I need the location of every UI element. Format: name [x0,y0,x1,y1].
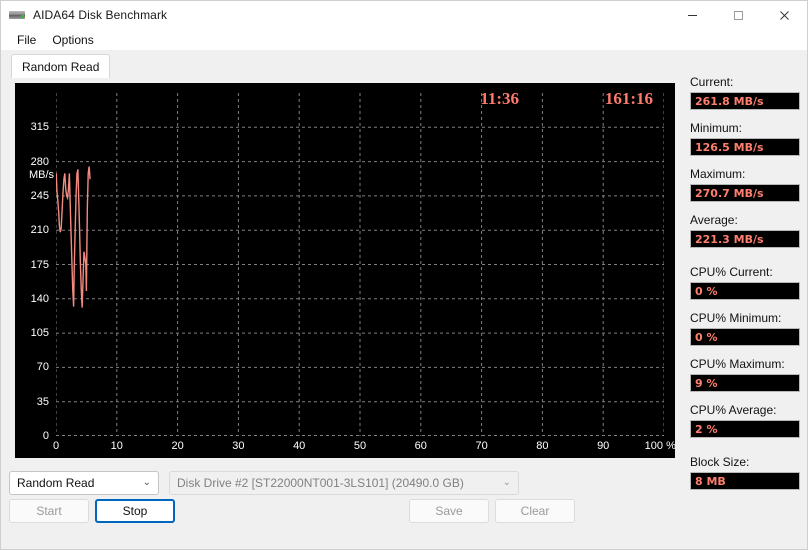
statistics-sidebar: Current: 261.8 MB/s Minimum: 126.5 MB/s Maxi… [690,75,800,501]
x-axis-tick-label: 90 [597,440,610,452]
stat-group: Current: 261.8 MB/s [690,75,800,110]
chevron-down-icon: ⌄ [502,477,511,488]
stat-group: CPU% Current: 0 % [690,265,800,300]
x-axis-tick-label: 50 [353,440,367,452]
x-axis-ticks: 0 10 20 30 40 50 60 70 80 90 100 % [15,436,675,458]
y-axis-tick-label: 315 [30,121,49,134]
stat-value: 0 % [690,328,800,346]
benchmark-mode-select[interactable]: Random Read ⌄ [9,471,159,495]
tab-random-read[interactable]: Random Read [11,54,111,78]
minimize-icon[interactable] [669,1,715,29]
x-axis-tick-label: 60 [414,440,427,452]
chart-series-line [56,167,90,308]
aida64-disk-benchmark-window: AIDA64 Disk Benchmark File Options Rando… [0,0,808,550]
stat-group: CPU% Average: 2 % [690,403,800,438]
selector-row: Random Read ⌄ Disk Drive #2 [ST22000NT00… [9,471,519,495]
y-axis-tick-label: 245 [30,189,49,202]
y-axis-tick-label: 280 [30,155,49,168]
y-axis-tick-label: 210 [30,224,49,237]
start-button[interactable]: Start [9,499,89,523]
stat-value: 261.8 MB/s [690,92,800,110]
disk-drive-value: Disk Drive #2 [ST22000NT001-3LS101] (204… [177,476,464,490]
stat-label: Maximum: [690,167,746,181]
stat-value: 2 % [690,420,800,438]
menu-bar: File Options [1,29,807,50]
stat-value: 0 % [690,282,800,300]
chevron-down-icon: ⌄ [142,477,151,488]
y-axis-tick-label: 175 [30,258,49,271]
stat-label: CPU% Current: [690,265,773,279]
benchmark-chart: MB/s 0 35 70 105 140 175 210 245 280 315 0 10 20 30 4… [15,83,675,458]
stat-label: Current: [690,75,734,89]
x-axis-tick-label: 20 [171,440,184,452]
stat-value: 9 % [690,374,800,392]
stat-label: Average: [690,213,738,227]
stat-group: Block Size: 8 MB [690,455,800,490]
y-axis-tick-label: 70 [36,361,49,374]
menu-item-file[interactable]: File [9,31,44,49]
title-bar: AIDA64 Disk Benchmark [1,1,807,29]
maximize-glyph [733,10,743,20]
stat-label: CPU% Maximum: [690,357,785,371]
x-axis-tick-label: 30 [232,440,245,452]
x-axis-tick-label: 40 [293,440,306,452]
stat-value: 8 MB [690,472,800,490]
close-glyph [779,10,789,20]
benchmark-mode-value: Random Read [17,476,95,490]
stat-label: CPU% Average: [690,403,777,417]
stat-group: Maximum: 270.7 MB/s [690,167,800,202]
stat-value: 221.3 MB/s [690,230,800,248]
maximize-icon[interactable] [715,1,761,29]
action-button-row: Start Stop Save Clear [9,499,669,523]
stop-button[interactable]: Stop [95,499,175,523]
x-axis-tick-label: 80 [536,440,549,452]
clear-button[interactable]: Clear [495,499,575,523]
chart-plot-area [56,93,664,436]
stat-value: 270.7 MB/s [690,184,800,202]
tab-strip: Random Read [1,50,807,78]
y-axis-ticks: 0 35 70 105 140 175 210 245 280 315 [15,83,49,458]
window-buttons [669,1,807,29]
stat-label: CPU% Minimum: [690,311,782,325]
x-axis-tick-label: 70 [475,440,488,452]
stat-label: Minimum: [690,121,743,135]
window-title: AIDA64 Disk Benchmark [33,8,168,22]
y-axis-tick-label: 140 [30,292,49,305]
x-axis-tick-label: 100 % [644,440,675,452]
hard-drive-icon [9,7,25,23]
stat-group: Minimum: 126.5 MB/s [690,121,800,156]
close-icon[interactable] [761,1,807,29]
x-axis-tick-label: 10 [110,440,123,452]
stat-value: 126.5 MB/s [690,138,800,156]
menu-item-options[interactable]: Options [44,31,101,49]
y-axis-tick-label: 35 [36,395,49,408]
stat-label: Block Size: [690,455,750,469]
minimize-glyph [687,14,697,16]
disk-drive-select[interactable]: Disk Drive #2 [ST22000NT001-3LS101] (204… [169,471,519,495]
stat-group: CPU% Minimum: 0 % [690,311,800,346]
y-axis-tick-label: 105 [30,327,49,340]
stat-group: CPU% Maximum: 9 % [690,357,800,392]
stat-group: Average: 221.3 MB/s [690,213,800,248]
save-button[interactable]: Save [409,499,489,523]
x-axis-tick-label: 0 [52,440,60,452]
